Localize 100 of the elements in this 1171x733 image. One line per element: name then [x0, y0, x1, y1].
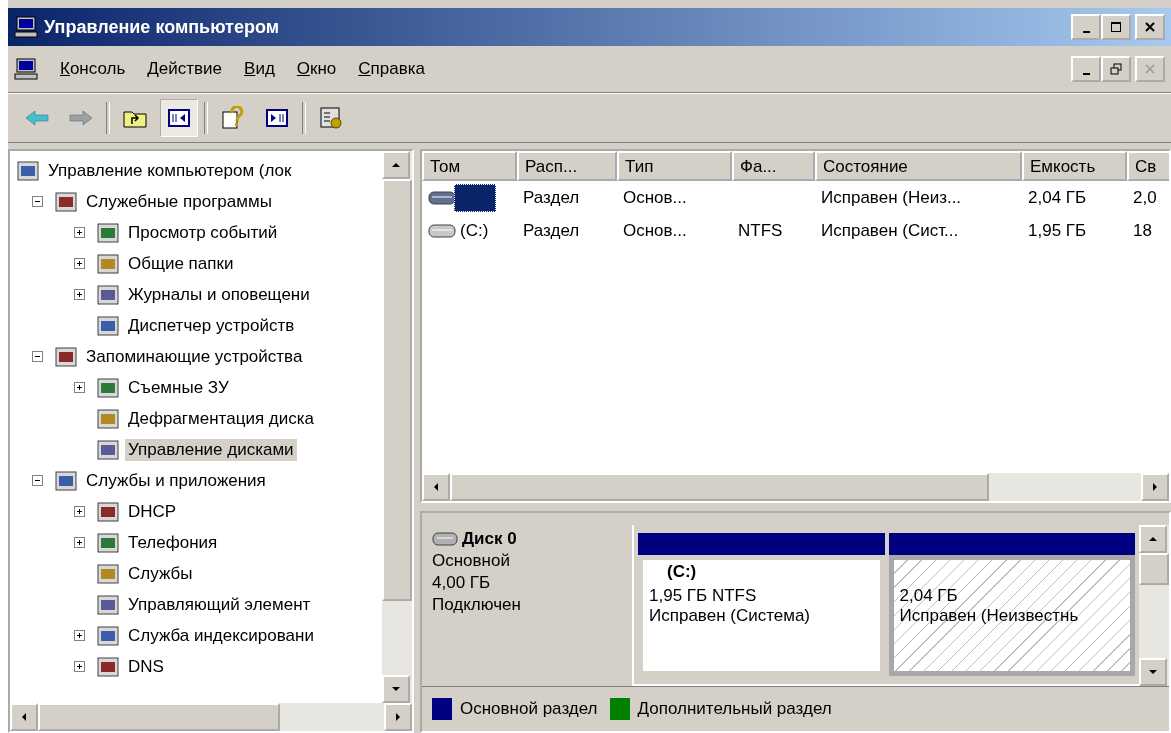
menu-item[interactable]: Действие	[147, 59, 223, 79]
right-arrow-icon	[396, 713, 400, 721]
scrollbar-thumb[interactable]	[450, 473, 989, 501]
computer-icon	[14, 57, 38, 81]
partition-size: 2,04 ГБ	[899, 586, 959, 606]
expand-toggle[interactable]	[32, 196, 43, 207]
tree-item[interactable]: Запоминающие устройства	[83, 345, 306, 368]
expand-toggle[interactable]	[74, 661, 85, 672]
arrow-icon	[24, 108, 50, 128]
menu-item[interactable]: Окно	[296, 59, 337, 79]
partition-label: (C:)	[666, 562, 698, 583]
close-button[interactable]	[1135, 14, 1165, 40]
table-cell: Раздел	[523, 187, 580, 208]
down-arrow-icon	[392, 687, 400, 691]
window-icon	[96, 530, 120, 555]
tree-item[interactable]: DNS	[125, 655, 167, 678]
tree-button[interactable]	[160, 99, 198, 137]
window-icon	[96, 313, 120, 338]
close-icon	[1144, 21, 1156, 33]
maximize-button[interactable]	[1101, 14, 1131, 40]
column-header[interactable]: Том	[422, 151, 517, 181]
partition-size: 1,95 ГБ NTFS	[649, 586, 758, 606]
window-icon	[96, 220, 120, 245]
tree-item[interactable]: Служебные программы	[83, 190, 275, 213]
menu-item[interactable]: Консоль	[60, 59, 126, 79]
window-icon	[96, 623, 120, 648]
window-icon	[96, 251, 120, 276]
tree-item[interactable]: Управляющий элемент	[125, 593, 314, 616]
disk-type: Основной	[432, 551, 511, 571]
table-cell: Основ...	[623, 187, 687, 208]
table-cell: Исправен (Сист...	[821, 220, 959, 241]
column-header[interactable]: Св	[1127, 151, 1169, 181]
column-header[interactable]: Состояние	[815, 151, 1022, 181]
drive-icon	[428, 222, 456, 239]
computer-icon	[14, 15, 38, 39]
window-icon	[54, 189, 78, 214]
table-cell: Основ...	[623, 220, 687, 241]
table-cell: NTFS	[738, 220, 783, 241]
tree-item[interactable]: Общие папки	[125, 252, 237, 275]
column-header[interactable]: Фа...	[732, 151, 815, 181]
expand-toggle[interactable]	[74, 382, 85, 393]
tree-item[interactable]: Дефрагментация диска	[125, 407, 317, 430]
tree-item[interactable]: Диспетчер устройств	[125, 314, 298, 337]
window-icon	[54, 468, 78, 493]
maximize-icon	[1110, 21, 1122, 33]
column-header[interactable]: Расп...	[517, 151, 617, 181]
right-arrow-icon	[1153, 483, 1157, 491]
tree-item[interactable]: Журналы и оповещени	[125, 283, 313, 306]
partition-status: Исправен (Система)	[649, 606, 812, 626]
tree-item[interactable]: Управление компьютером (лок	[45, 159, 295, 182]
column-header[interactable]: Тип	[617, 151, 732, 181]
table-cell: Раздел	[523, 220, 580, 241]
column-header[interactable]: Емкость	[1022, 151, 1127, 181]
minimize-icon	[1082, 72, 1090, 75]
expand-toggle[interactable]	[32, 475, 43, 486]
tree-item[interactable]: Службы	[125, 562, 196, 585]
scrollbar-thumb[interactable]	[382, 179, 412, 601]
tree-item[interactable]: DHCP	[125, 500, 180, 523]
expand-toggle[interactable]	[74, 537, 85, 548]
down-arrow-icon	[1149, 670, 1157, 674]
menu-item[interactable]: Вид	[244, 59, 275, 79]
window-icon	[96, 375, 120, 400]
expand-toggle[interactable]	[74, 258, 85, 269]
menu-item[interactable]: Справка	[358, 59, 426, 79]
tree-item[interactable]: Управление дисками	[125, 438, 297, 461]
tree-item[interactable]: Службы и приложения	[83, 469, 269, 492]
table-cell: 2,0	[1133, 187, 1157, 208]
scrollbar-thumb[interactable]	[38, 703, 281, 731]
scrollbar[interactable]	[1139, 525, 1169, 686]
window-title: Управление компьютером	[44, 16, 279, 38]
expand-toggle[interactable]	[74, 227, 85, 238]
window-icon	[96, 561, 120, 586]
scrollbar[interactable]	[10, 703, 412, 731]
tree-item[interactable]: Просмотр событий	[125, 221, 281, 244]
left-arrow-icon	[22, 713, 26, 721]
tree-item[interactable]: Служба индексировани	[125, 624, 317, 647]
window-icon	[96, 406, 120, 431]
expand-toggle[interactable]	[74, 630, 85, 641]
tree-item[interactable]: Телефония	[125, 531, 221, 554]
properties-icon	[318, 106, 344, 130]
restore-button[interactable]	[1101, 56, 1131, 82]
expand-toggle[interactable]	[74, 289, 85, 300]
partition-block[interactable]: 2,04 ГБ Исправен (Неизвестнь	[888, 555, 1135, 676]
up-arrow-icon	[1149, 537, 1157, 541]
arrow-icon	[68, 108, 94, 128]
pane-toggle-icon	[265, 107, 289, 129]
window-icon	[96, 654, 120, 679]
expand-toggle[interactable]	[32, 351, 43, 362]
scrollbar[interactable]	[382, 151, 412, 703]
partition-status: Исправен (Неизвестнь	[899, 606, 1080, 626]
window-icon	[96, 592, 120, 617]
window-icon	[96, 282, 120, 307]
table-cell: 2,04 ГБ	[1028, 187, 1087, 208]
tree-item[interactable]: Съемные ЗУ	[125, 376, 232, 399]
drive-icon	[428, 189, 456, 206]
scrollbar-thumb[interactable]	[1139, 553, 1169, 585]
table-cell: Исправен (Неиз...	[821, 187, 962, 208]
scrollbar[interactable]	[422, 473, 1169, 501]
table-cell: 18	[1133, 220, 1152, 241]
expand-toggle[interactable]	[74, 506, 85, 517]
